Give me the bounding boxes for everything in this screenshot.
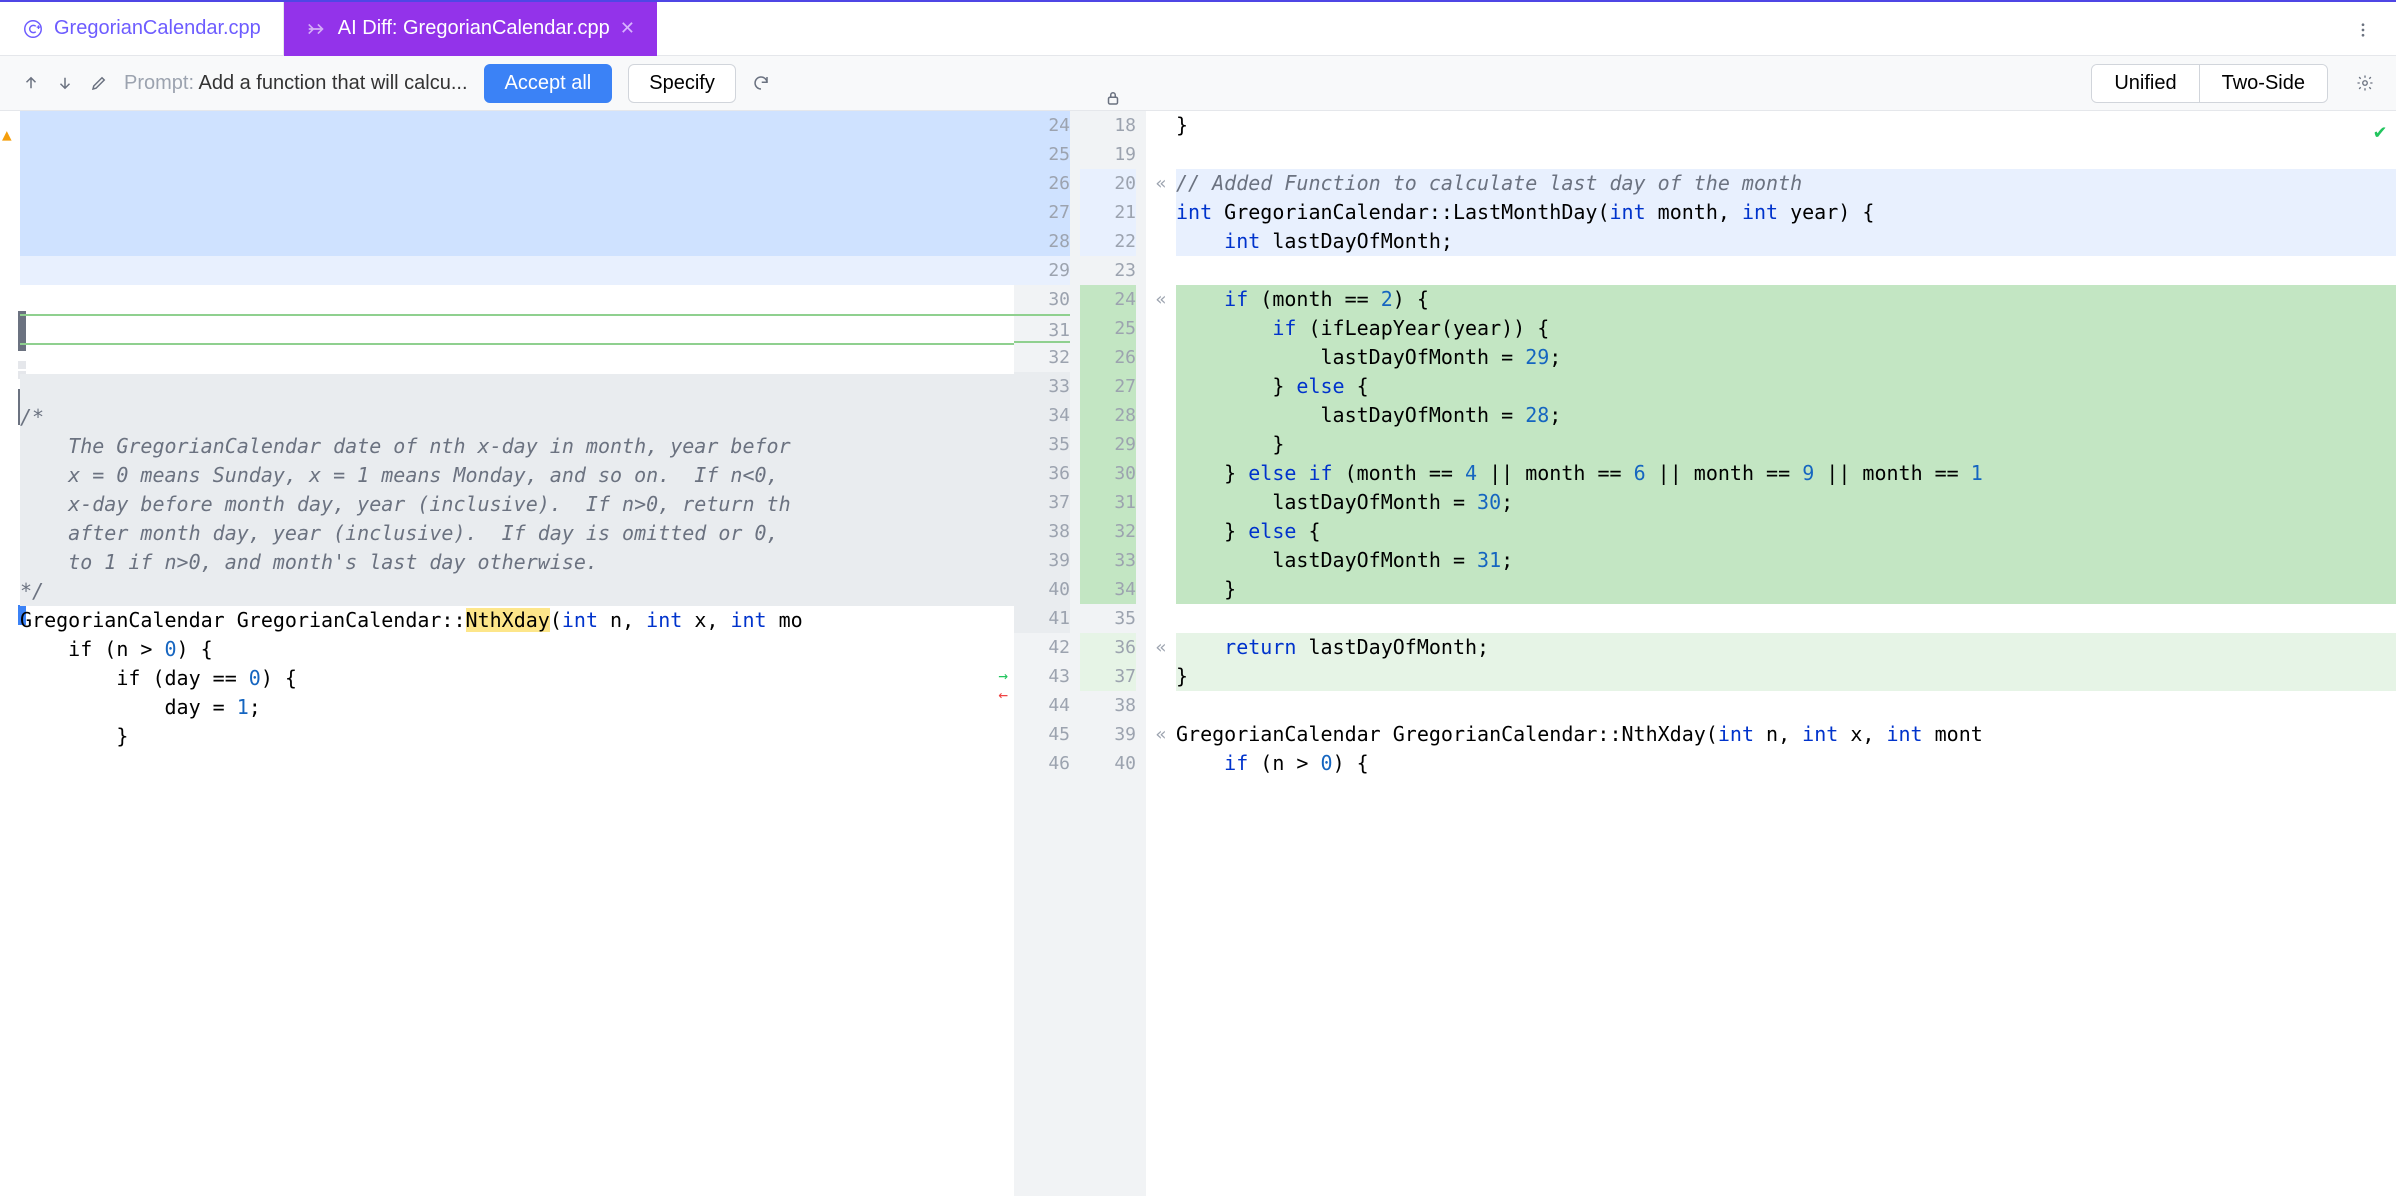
code-line xyxy=(1176,691,2396,720)
code-line: } else if (month == 4 || month == 6 || m… xyxy=(1176,459,2396,488)
tab-ai-label: AI Diff: GregorianCalendar.cpp xyxy=(338,17,610,40)
code-line: if (ifLeapYear(year)) { xyxy=(1176,314,2396,343)
code-line xyxy=(1176,604,2396,633)
prompt-text: Add a function that will calcu... xyxy=(198,72,467,94)
refresh-icon[interactable] xyxy=(752,74,770,92)
comment-line: The GregorianCalendar date of nth x-day … xyxy=(20,432,1014,461)
left-pane: /* The GregorianCalendar date of nth x-d… xyxy=(20,111,1080,1196)
revert-chunk-icon[interactable]: « xyxy=(1146,633,1176,662)
code-line: if (month == 2) { xyxy=(1176,285,2396,314)
code-line: } xyxy=(1176,575,2396,604)
tab-ai-diff[interactable]: AI Diff: GregorianCalendar.cpp ✕ xyxy=(284,2,657,56)
settings-icon[interactable] xyxy=(2356,74,2374,92)
tab-menu-button[interactable] xyxy=(2330,16,2396,42)
warning-gutter: ▲ xyxy=(0,111,20,1196)
code-line: lastDayOfMonth = 30; xyxy=(1176,488,2396,517)
prev-diff-icon[interactable] xyxy=(22,74,40,92)
code-line: } else { xyxy=(1176,517,2396,546)
revert-chunk-icon[interactable]: « xyxy=(1146,285,1176,314)
code-line: GregorianCalendar GregorianCalendar::Nth… xyxy=(1176,720,2396,749)
tab-file[interactable]: GregorianCalendar.cpp xyxy=(0,2,284,56)
comment-line: x = 0 means Sunday, x = 1 means Monday, … xyxy=(20,461,1014,490)
right-gutter: 18 19 20 21 22 23 24 25 26 27 28 29 30 3… xyxy=(1080,111,1146,1196)
right-editor[interactable]: ✔ } // Added Function to calculate last … xyxy=(1176,111,2396,1196)
unified-button[interactable]: Unified xyxy=(2092,65,2198,102)
close-icon[interactable]: ✕ xyxy=(620,18,635,39)
comment-line: */ xyxy=(20,577,1014,606)
comment-line: after month day, year (inclusive). If da… xyxy=(20,519,1014,548)
code-line: day = 1; xyxy=(20,693,1014,722)
edit-icon[interactable] xyxy=(90,74,108,92)
comment-line: /* xyxy=(20,403,1014,432)
tab-file-label: GregorianCalendar.cpp xyxy=(54,17,261,40)
diff-arrow-icon xyxy=(306,17,328,40)
code-line: return lastDayOfMonth; xyxy=(1176,633,2396,662)
view-mode-toggle: Unified Two-Side xyxy=(2091,64,2328,103)
code-line: if (n > 0) { xyxy=(1176,749,2396,778)
left-editor[interactable]: /* The GregorianCalendar date of nth x-d… xyxy=(20,111,1014,1196)
code-line: lastDayOfMonth = 28; xyxy=(1176,401,2396,430)
code-line xyxy=(1176,140,2396,169)
code-line: if (n > 0) { xyxy=(20,635,1014,664)
code-line: // Added Function to calculate last day … xyxy=(1176,169,2396,198)
prompt-label: Prompt: xyxy=(124,72,198,94)
code-line: int GregorianCalendar::LastMonthDay(int … xyxy=(1176,198,2396,227)
twoside-button[interactable]: Two-Side xyxy=(2199,65,2327,102)
left-gutter: 24 25 26 27 28 29 30 31 32 33 34 35 36 3… xyxy=(1014,111,1080,1196)
code-line: lastDayOfMonth = 29; xyxy=(1176,343,2396,372)
revert-chunk-icon[interactable]: « xyxy=(1146,169,1176,198)
prompt-display[interactable]: Prompt: Add a function that will calcu..… xyxy=(124,72,468,95)
code-line: } xyxy=(20,722,1014,751)
specify-button[interactable]: Specify xyxy=(628,64,736,103)
code-line: } xyxy=(1176,111,2396,140)
code-line: lastDayOfMonth = 31; xyxy=(1176,546,2396,575)
comment-line: x-day before month day, year (inclusive)… xyxy=(20,490,1014,519)
revert-chunk-icon[interactable]: « xyxy=(1146,720,1176,749)
tab-bar: GregorianCalendar.cpp AI Diff: Gregorian… xyxy=(0,0,2396,56)
code-line: int lastDayOfMonth; xyxy=(1176,227,2396,256)
warning-icon[interactable]: ▲ xyxy=(2,125,12,144)
code-line xyxy=(1176,256,2396,285)
code-line: } xyxy=(1176,662,2396,691)
code-line: } else { xyxy=(1176,372,2396,401)
diff-toolbar: Prompt: Add a function that will calcu..… xyxy=(0,56,2396,111)
diff-view: ▲ /* The GregorianCalendar date of nth x xyxy=(0,111,2396,1196)
code-line: } xyxy=(1176,430,2396,459)
check-icon: ✔ xyxy=(2374,119,2386,143)
cpp-file-icon xyxy=(22,17,44,40)
next-diff-icon[interactable] xyxy=(56,74,74,92)
accept-all-button[interactable]: Accept all xyxy=(484,64,613,103)
code-line: GregorianCalendar GregorianCalendar::Nth… xyxy=(20,606,1014,635)
lock-icon xyxy=(1104,89,1122,107)
chevron-gutter: « « « « xyxy=(1146,111,1176,1196)
code-line: if (day == 0) { xyxy=(20,664,1014,693)
comment-line: to 1 if n>0, and month's last day otherw… xyxy=(20,548,1014,577)
merge-arrows[interactable]: → ← xyxy=(998,666,1008,704)
right-pane: 18 19 20 21 22 23 24 25 26 27 28 29 30 3… xyxy=(1080,111,2396,1196)
